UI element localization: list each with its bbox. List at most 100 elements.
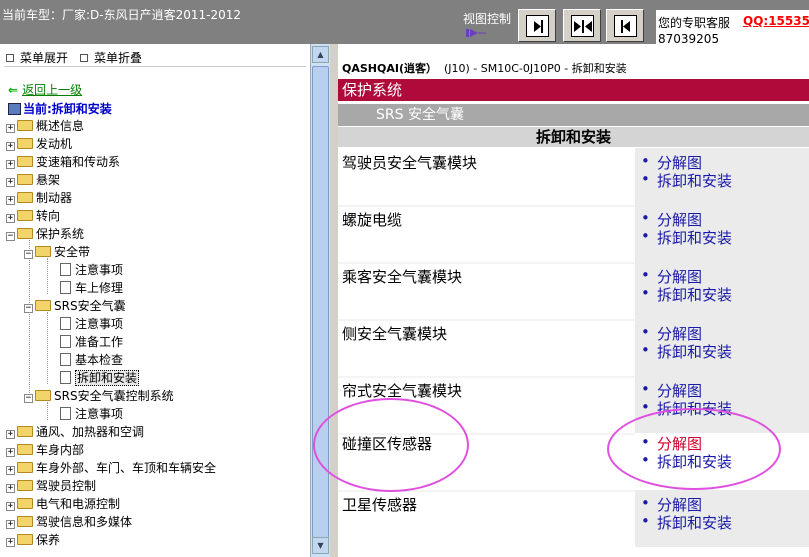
service-label: 您的专职客服 xyxy=(658,16,731,30)
tree-item-suspension[interactable]: + 悬架 xyxy=(6,171,60,189)
tree-item-seatbelt-onvehicle[interactable]: 车上修理 xyxy=(60,279,123,297)
folder-icon xyxy=(17,174,33,185)
tree-label: 准备工作 xyxy=(75,335,124,349)
tree-label: 基本检查 xyxy=(75,353,124,367)
folder-icon xyxy=(17,156,33,167)
tree-item-seatbelt[interactable]: − 安全带 xyxy=(24,243,90,261)
tree-item-overview[interactable]: + 概述信息 xyxy=(6,117,84,135)
table-row: 螺旋电缆 分解图 拆卸和安装 xyxy=(338,205,809,262)
menu-collapse-button[interactable]: 菜单折叠 xyxy=(80,49,142,66)
tree-item-body-interior[interactable]: + 车身内部 xyxy=(6,441,84,459)
document-icon xyxy=(60,371,71,384)
tree-item-transmission[interactable]: + 变速箱和传动系 xyxy=(6,153,120,171)
tree-item-hvac[interactable]: + 通风、加热器和空调 xyxy=(6,423,144,441)
menu-expand-button[interactable]: 菜单展开 xyxy=(6,49,68,66)
current-car-model: 当前车型：厂家:D-东风日产逍客2011-2012 xyxy=(2,8,242,22)
current-node: 当前:拆卸和安装 xyxy=(8,100,112,117)
scroll-thumb[interactable] xyxy=(312,66,329,551)
tree-item-srs-removal-installation[interactable]: 拆卸和安装 xyxy=(60,369,140,387)
tree-item-body-exterior[interactable]: + 车身外部、车门、车顶和车辆安全 xyxy=(6,459,216,477)
folder-icon xyxy=(17,210,33,221)
table-row: 侧安全气囊模块 分解图 拆卸和安装 xyxy=(338,319,809,376)
row-links: 分解图 拆卸和安装 xyxy=(635,490,809,547)
row-name: 驾驶员安全气囊模块 xyxy=(342,154,478,172)
row-name: 侧安全气囊模块 xyxy=(342,325,448,343)
tree-label: 车上修理 xyxy=(75,281,124,295)
view-expand-right-button[interactable] xyxy=(518,9,556,42)
scroll-down-icon[interactable]: ▼ xyxy=(312,537,329,554)
pane-divider[interactable] xyxy=(330,44,338,557)
tree-guide-line xyxy=(47,258,48,294)
monitor-icon xyxy=(8,103,21,115)
row-links: 分解图 拆卸和安装 xyxy=(635,319,809,376)
view-split-button[interactable] xyxy=(563,9,601,42)
service-qq-link[interactable]: QQ:155350 xyxy=(743,14,809,28)
tree-label: 通风、加热器和空调 xyxy=(36,425,145,439)
folder-icon xyxy=(17,444,33,455)
current-node-label: 当前:拆卸和安装 xyxy=(23,102,112,116)
tree-label: 电气和电源控制 xyxy=(36,497,121,511)
tree-label: 保护系统 xyxy=(36,227,85,241)
folder-open-icon xyxy=(17,228,33,239)
tree-label: 注意事项 xyxy=(75,407,124,421)
removal-installation-link[interactable]: 拆卸和安装 xyxy=(641,227,732,248)
row-links: 分解图 拆卸和安装 xyxy=(635,205,809,262)
tree-label: 概述信息 xyxy=(36,119,85,133)
tree-item-srs-control-system[interactable]: − SRS安全气囊控制系统 xyxy=(24,387,174,405)
row-name: 卫星传感器 xyxy=(342,496,418,514)
tree-guide-line xyxy=(29,240,30,395)
breadcrumb-model: QASHQAI(逍客） xyxy=(342,62,437,75)
tree-label: SRS安全气囊控制系统 xyxy=(54,389,174,403)
folder-icon xyxy=(17,516,33,527)
removal-installation-link[interactable]: 拆卸和安装 xyxy=(641,341,732,362)
tree-label: SRS安全气囊 xyxy=(54,299,126,313)
removal-installation-link[interactable]: 拆卸和安装 xyxy=(641,284,732,305)
folder-icon xyxy=(17,534,33,545)
tree-item-srs-preparation[interactable]: 准备工作 xyxy=(60,333,123,351)
view-arrow-icon xyxy=(466,29,486,37)
row-name: 螺旋电缆 xyxy=(342,211,403,229)
tree-item-srs-basic-inspection[interactable]: 基本检查 xyxy=(60,351,123,369)
tree-label: 保养 xyxy=(36,533,61,547)
tree-item-seatbelt-precautions[interactable]: 注意事项 xyxy=(60,261,123,279)
folder-icon xyxy=(17,480,33,491)
folder-open-icon xyxy=(35,246,51,257)
tree-item-engine[interactable]: + 发动机 xyxy=(6,135,72,153)
scroll-up-icon[interactable]: ▲ xyxy=(312,46,329,63)
back-arrow-icon: ⇐ xyxy=(8,83,19,97)
tree-label-selected: 拆卸和安装 xyxy=(75,370,140,386)
row-links: 分解图 拆卸和安装 xyxy=(635,148,809,205)
divider xyxy=(4,66,306,67)
service-info: 您的专职客服 QQ:155350 87039205 xyxy=(656,10,809,46)
table-row: 驾驶员安全气囊模块 分解图 拆卸和安装 xyxy=(338,148,809,205)
folder-icon xyxy=(17,138,33,149)
row-name: 乘客安全气囊模块 xyxy=(342,268,463,286)
tree-guide-line xyxy=(47,312,48,384)
tree-item-srs-precautions[interactable]: 注意事项 xyxy=(60,315,123,333)
left-nav-pane: 菜单展开 菜单折叠 ⇐ 返回上一级 当前:拆卸和安装 + 概述信息 + 发动机 + 变速… xyxy=(0,44,310,557)
view-expand-left-button[interactable] xyxy=(606,9,644,42)
tree-item-steering[interactable]: + 转向 xyxy=(6,207,60,225)
table-row: 乘客安全气囊模块 分解图 拆卸和安装 xyxy=(338,262,809,319)
left-scrollbar[interactable]: ▲ ▼ xyxy=(310,44,330,557)
document-icon xyxy=(60,317,71,330)
removal-installation-link[interactable]: 拆卸和安装 xyxy=(641,170,732,191)
tree-item-srs-airbag[interactable]: − SRS安全气囊 xyxy=(24,297,126,315)
removal-installation-link[interactable]: 拆卸和安装 xyxy=(641,512,732,533)
tree-item-maintenance[interactable]: + 保养 xyxy=(6,531,60,549)
tree-label: 悬架 xyxy=(36,173,61,187)
tree-item-protection[interactable]: − 保护系统 xyxy=(6,225,84,243)
subsection-title: SRS 安全气囊 xyxy=(338,104,809,126)
arrow-left-icon xyxy=(621,20,630,33)
tree-item-control-precautions[interactable]: 注意事项 xyxy=(60,405,123,423)
tree-item-electrical[interactable]: + 电气和电源控制 xyxy=(6,495,120,513)
tree-label: 驾驶员控制 xyxy=(36,479,97,493)
tree-item-driver-controls[interactable]: + 驾驶员控制 xyxy=(6,477,96,495)
menu-collapse-label: 菜单折叠 xyxy=(94,51,143,65)
folder-open-icon xyxy=(35,300,51,311)
tree-item-driver-info[interactable]: + 驾驶信息和多媒体 xyxy=(6,513,132,531)
tree-label: 车身内部 xyxy=(36,443,85,457)
tree-item-brakes[interactable]: + 制动器 xyxy=(6,189,72,207)
back-link[interactable]: ⇐ 返回上一级 xyxy=(8,81,82,98)
document-icon xyxy=(60,353,71,366)
